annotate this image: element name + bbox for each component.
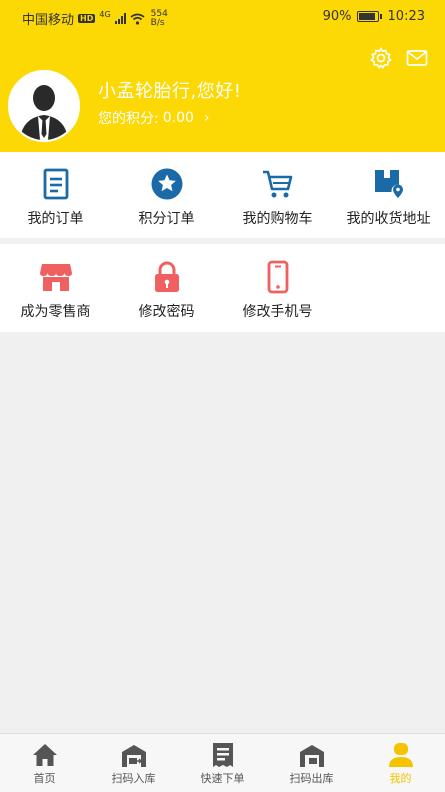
quick-order-icon (212, 743, 233, 767)
warehouse-in-icon (121, 745, 146, 767)
lock-icon (154, 261, 179, 292)
phone-icon (267, 260, 288, 294)
bottom-tab-bar: 首页 扫码入库 快速下单 扫码出库 我的 (0, 733, 445, 792)
user-icon (388, 743, 413, 767)
settings-gear-icon[interactable] (369, 46, 393, 70)
points-label: 您的积分: (98, 111, 159, 127)
warehouse-out-icon (299, 745, 324, 767)
menu-my-orders[interactable]: 我的订单 (0, 167, 111, 228)
tab-label: 扫码入库 (111, 772, 156, 785)
menu-label: 我的订单 (27, 211, 84, 227)
avatar-person-icon (10, 72, 78, 140)
menu-change-password[interactable]: 修改密码 (111, 260, 222, 321)
profile-header: 中国移动 HD 4G 554 B/s 90% 10:23 小孟轮胎行,您好! 您… (0, 0, 445, 152)
menu-shipping-address[interactable]: 我的收货地址 (333, 167, 444, 228)
menu-label: 成为零售商 (20, 304, 91, 320)
battery-icon (356, 11, 382, 22)
account-menu-section: 成为零售商 修改密码 修改手机号 (0, 244, 445, 332)
tab-quick-order[interactable]: 快速下单 (178, 742, 267, 786)
tab-label: 我的 (389, 772, 412, 785)
menu-shopping-cart[interactable]: 我的购物车 (222, 167, 333, 228)
greeting-text: 小孟轮胎行,您好! (98, 81, 242, 102)
star-badge-icon (151, 168, 182, 200)
signal-icon (114, 13, 126, 24)
points-link[interactable]: 您的积分: 0.00 › (98, 108, 210, 128)
avatar[interactable] (8, 70, 80, 142)
network-type: 4G (99, 10, 111, 19)
menu-points-orders[interactable]: 积分订单 (111, 167, 222, 228)
tab-scan-out[interactable]: 扫码出库 (267, 742, 356, 786)
status-bar: 中国移动 HD 4G 554 B/s 90% 10:23 (0, 0, 445, 34)
address-box-icon (374, 170, 404, 198)
menu-label: 我的购物车 (242, 211, 313, 227)
clock: 10:23 (387, 9, 425, 24)
menu-label: 修改手机号 (242, 304, 313, 320)
store-icon (39, 264, 72, 291)
points-value: 0.00 (162, 110, 194, 126)
tab-scan-in[interactable]: 扫码入库 (89, 742, 178, 786)
chevron-right-icon: › (203, 110, 210, 126)
speed-unit: B/s (150, 17, 165, 28)
network-speed: 554 B/s (150, 9, 168, 28)
order-menu-section: 我的订单 积分订单 我的购物车 我的收货地址 (0, 152, 445, 238)
hd-badge: HD (78, 14, 96, 23)
home-icon (32, 744, 57, 766)
wifi-icon (130, 13, 145, 25)
menu-label: 修改密码 (138, 304, 195, 320)
tab-label: 首页 (33, 772, 56, 785)
carrier-name: 中国移动 (22, 13, 75, 28)
menu-become-retailer[interactable]: 成为零售商 (0, 260, 111, 321)
tab-label: 快速下单 (200, 772, 245, 785)
tab-home[interactable]: 首页 (0, 742, 89, 786)
message-mail-icon[interactable] (405, 46, 429, 70)
tab-label: 扫码出库 (289, 772, 334, 785)
menu-label: 积分订单 (138, 211, 195, 227)
battery-percent: 90% (322, 9, 352, 24)
order-list-icon (43, 168, 68, 200)
menu-change-phone[interactable]: 修改手机号 (222, 260, 333, 321)
cart-icon (262, 170, 292, 198)
menu-label: 我的收货地址 (346, 211, 431, 227)
tab-mine[interactable]: 我的 (356, 742, 445, 786)
